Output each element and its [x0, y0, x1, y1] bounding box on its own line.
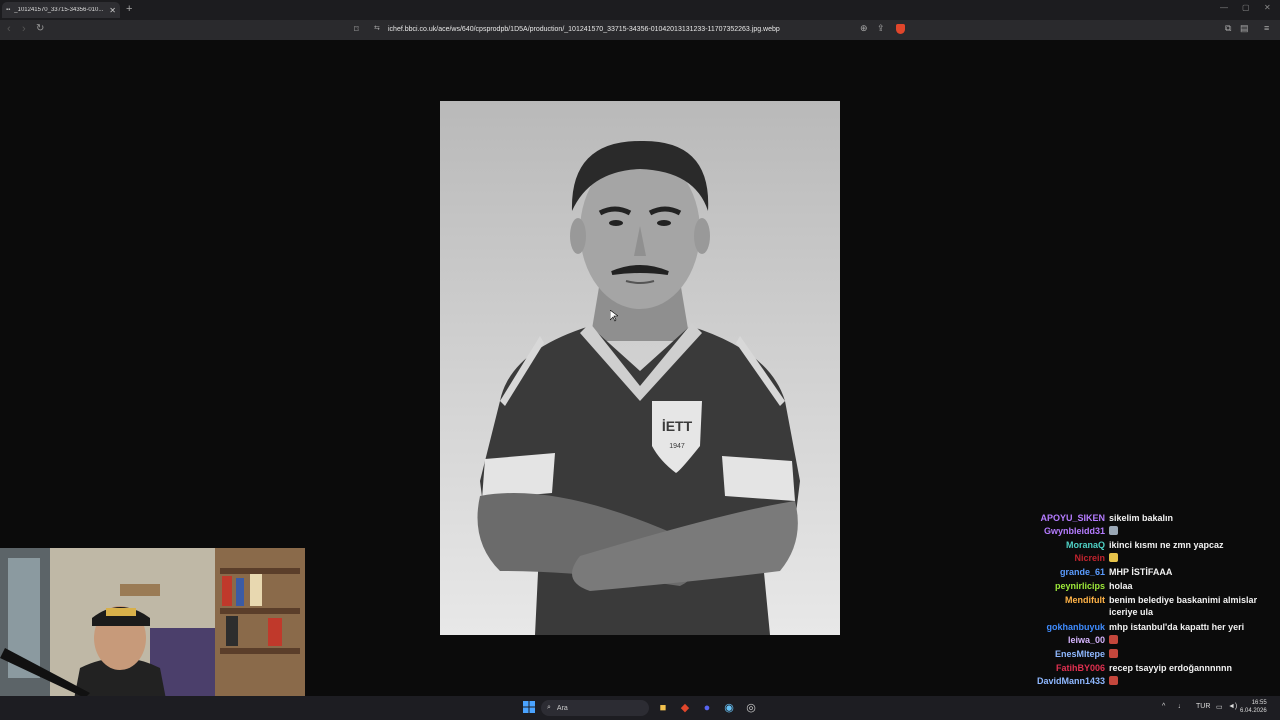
file-explorer-icon[interactable]: ■ [656, 701, 670, 715]
chat-emote-icon [1109, 635, 1118, 644]
menu-icon[interactable]: ≡ [1264, 23, 1269, 33]
share-icon[interactable]: ⇪ [877, 23, 885, 34]
bookmark-icon[interactable]: ⌑ [354, 24, 359, 35]
portrait-illustration: İETT 1947 [477, 140, 800, 635]
chat-username[interactable]: grande_61 [1060, 566, 1105, 578]
webcam-feed [0, 548, 305, 720]
chat-text: benim belediye baskanimi almislar iceriy… [1109, 595, 1258, 617]
back-icon[interactable]: ‹ [7, 23, 11, 35]
webcam-overlay [0, 548, 305, 720]
clock-date: 6.04.2026 [1240, 708, 1267, 714]
chat-text: recep tsayyip erdoğannnnnn [1109, 663, 1233, 673]
stream-chat: APOYU_SIKEN sikelim bakalın Gwynbleidd31 Mo… [1020, 498, 1280, 720]
image-icon: ▪▪ [6, 7, 11, 13]
mouse-cursor-icon [610, 310, 618, 322]
chat-text: sikelim bakalın [1109, 513, 1174, 523]
volume-icon[interactable]: ◄) [1228, 703, 1237, 710]
site-info-icon[interactable]: ⇆ [374, 24, 380, 32]
chat-username[interactable]: Nicrein [1074, 552, 1105, 564]
windows-start-icon[interactable] [522, 701, 536, 715]
minimize-icon[interactable]: — [1220, 3, 1228, 12]
chat-username[interactable]: FatihBY006 [1056, 662, 1105, 674]
badge-text: İETT [662, 418, 693, 434]
address-bar[interactable]: ⇆ ichef.bbci.co.uk/ace/ws/640/cpsprodpb/… [370, 22, 910, 37]
extensions-icon[interactable]: ⧉ [1225, 23, 1231, 34]
reload-icon[interactable]: ↻ [36, 23, 44, 34]
chat-username[interactable]: peynirlicips [1055, 580, 1105, 592]
sidebar-icon[interactable]: ▤ [1240, 23, 1249, 34]
tray-chevron-icon[interactable]: ^ [1162, 703, 1165, 710]
chat-username[interactable]: Gwynbleidd31 [1044, 525, 1105, 537]
chat-username[interactable]: DavidMann1433 [1037, 675, 1105, 687]
url-text[interactable]: ichef.bbci.co.uk/ace/ws/640/cpsprodpb/1D… [388, 26, 780, 33]
chat-emote-icon [1109, 553, 1118, 562]
taskbar-search[interactable]: ⌕ Ara [541, 700, 649, 716]
language-indicator[interactable]: TUR [1196, 703, 1210, 710]
obs-icon[interactable]: ◎ [744, 701, 758, 715]
taskbar: ⌕ Ara ■ ◆ ● ◉ ◎ ^ ♩ TUR ▭ ◄) 16:55 6.04.… [0, 696, 1280, 720]
chat-text: mhp istanbul'da kapattı her yeri [1109, 622, 1245, 632]
chat-username[interactable]: leiwa_00 [1068, 634, 1105, 646]
steam-icon[interactable]: ◉ [722, 701, 736, 715]
chat-username[interactable]: gokhanbuyuk [1046, 621, 1105, 633]
browser-tab[interactable]: ▪▪ _101241570_33715-34356-010... ✕ [2, 2, 120, 18]
chat-text: MHP İSTİFAAA [1109, 567, 1173, 577]
chat-username[interactable]: Mendifult [1065, 594, 1105, 606]
close-window-icon[interactable]: ✕ [1264, 3, 1271, 12]
chat-username[interactable]: APOYU_SIKEN [1040, 512, 1105, 524]
close-tab-icon[interactable]: ✕ [109, 6, 116, 15]
navigation-bar: ‹ › ↻ ⌑ ⇆ ichef.bbci.co.uk/ace/ws/640/cp… [0, 20, 1280, 40]
chat-emote-icon [1109, 649, 1118, 658]
new-tab-button[interactable]: + [126, 3, 132, 15]
chat-text: ikinci kısmı ne zmn yapcaz [1109, 540, 1224, 550]
brave-shield-icon[interactable] [896, 24, 905, 34]
network-icon[interactable]: ▭ [1216, 703, 1223, 711]
microphone-icon[interactable]: ♩ [1178, 703, 1185, 710]
displayed-photo: İETT 1947 [440, 101, 840, 635]
maximize-icon[interactable]: ▢ [1242, 3, 1250, 12]
chat-text: holaa [1109, 581, 1133, 591]
chat-emote-icon [1109, 526, 1118, 535]
chat-username[interactable]: EnesMltepe [1055, 648, 1105, 660]
forward-icon[interactable]: › [22, 23, 26, 35]
tab-bar: ▪▪ _101241570_33715-34356-010... ✕ + — ▢… [0, 0, 1280, 20]
clock-time: 16:55 [1251, 700, 1267, 706]
tab-title: _101241570_33715-34356-010... [14, 7, 104, 13]
zoom-icon[interactable]: ⊕ [860, 23, 868, 34]
chat-emote-icon [1109, 676, 1118, 685]
badge-year: 1947 [669, 443, 685, 450]
chat-username[interactable]: MoranaQ [1066, 539, 1105, 551]
search-icon: ⌕ [547, 704, 551, 711]
search-placeholder: Ara [556, 704, 568, 712]
brave-browser-icon[interactable]: ◆ [678, 701, 692, 715]
system-clock[interactable]: 16:55 6.04.2026 [1240, 699, 1267, 715]
discord-icon[interactable]: ● [700, 701, 714, 715]
